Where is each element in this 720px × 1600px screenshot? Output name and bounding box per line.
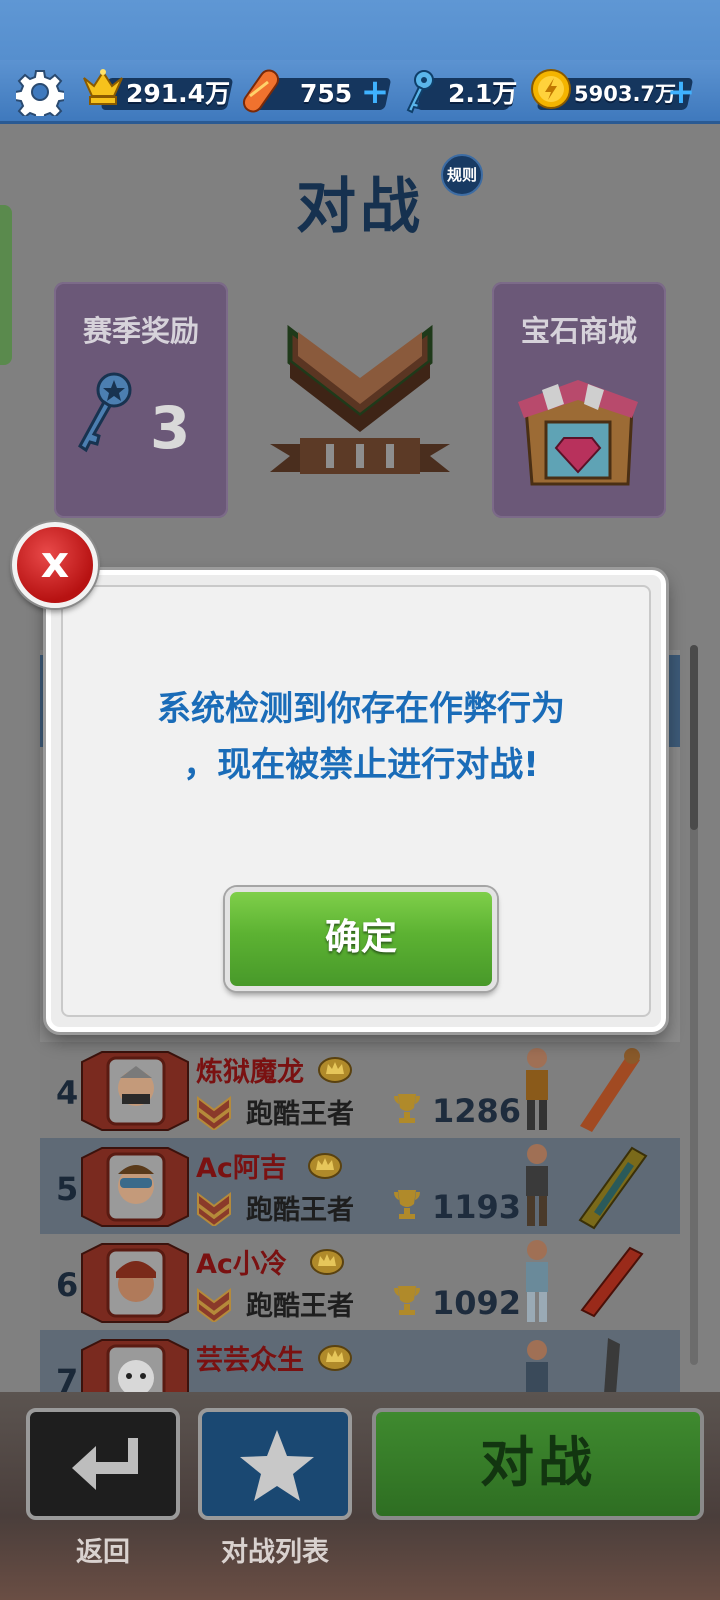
player-avatar	[81, 1051, 189, 1131]
season-key-icon	[78, 372, 132, 453]
rank-emblem-icon	[270, 324, 450, 474]
leaderboard-scroll-thumb[interactable]	[690, 645, 698, 830]
dialog-message-line-2: ，现在被禁止进行对战!	[183, 745, 539, 785]
player-avatar	[81, 1147, 189, 1227]
gem-shop-icon	[518, 380, 638, 486]
add-coins-button[interactable]: +	[666, 75, 696, 109]
player-avatar	[81, 1339, 189, 1392]
battle-list-button[interactable]	[198, 1408, 352, 1520]
crown-badge-icon	[310, 1249, 344, 1275]
player-name: Ac阿吉	[196, 1153, 287, 1184]
coin-count: 5903.7万	[574, 82, 677, 106]
return-arrow-icon	[72, 1438, 138, 1490]
confirm-button[interactable]: 确定	[225, 887, 497, 991]
season-reward-title: 赛季奖励	[82, 314, 199, 348]
trophy-icon	[394, 1190, 420, 1219]
runner-character-icon	[526, 1048, 548, 1130]
gem-shop-title: 宝石商城	[520, 314, 637, 348]
close-dialog-button[interactable]: x	[12, 522, 98, 608]
rank-number: 4	[56, 1074, 79, 1112]
trophy-icon	[394, 1094, 420, 1123]
runner-character-icon	[526, 1144, 548, 1226]
player-tier: 跑酷王者	[246, 1291, 354, 1322]
player-score: 1286	[432, 1092, 522, 1130]
back-label: 返回	[76, 1537, 130, 1568]
key-icon	[406, 70, 434, 114]
crown-icon	[83, 69, 123, 105]
hoverboard-item-icon	[580, 1048, 640, 1132]
coin-icon	[531, 69, 571, 109]
tier-chevron-icon	[197, 1096, 231, 1130]
player-name: 炼狱魔龙	[196, 1057, 304, 1088]
hoverboard-item-icon	[604, 1338, 620, 1392]
tier-chevron-icon	[197, 1288, 231, 1322]
dialog-message: 系统检测到你存在作弊行为 ，现在被禁止进行对战!	[91, 681, 631, 793]
star-icon	[240, 1430, 314, 1501]
player-tier: 跑酷王者	[246, 1099, 354, 1130]
resource-bar: 291.4万 755 + 2.1万 5903.7万 +	[0, 60, 720, 124]
player-score: 1193	[432, 1188, 522, 1226]
season-reward-key-count: 3	[150, 394, 191, 462]
page-title: 对战	[296, 172, 424, 242]
crown-badge-icon	[318, 1057, 352, 1083]
player-score: 1092	[432, 1284, 522, 1322]
key-count: 2.1万	[448, 79, 518, 108]
start-battle-button[interactable]: 对战	[372, 1408, 704, 1520]
crown-count: 291.4万	[126, 79, 231, 108]
hoverboard-item-icon	[578, 1146, 648, 1230]
rules-button[interactable]: 规则	[441, 154, 483, 196]
leaderboard-row[interactable]: 4 炼狱魔龙 跑酷王者 1286	[40, 1042, 680, 1138]
tier-chevron-icon	[197, 1192, 231, 1226]
crown-badge-icon	[308, 1153, 342, 1179]
runner-character-icon	[526, 1340, 548, 1392]
player-name: Ac小冷	[196, 1249, 287, 1280]
dialog-message-line-1: 系统检测到你存在作弊行为	[157, 689, 565, 729]
crown-badge-icon	[318, 1345, 352, 1371]
hoverboard-icon	[242, 69, 280, 113]
trophy-icon	[394, 1286, 420, 1315]
leaderboard-row[interactable]: 7 芸芸众生	[40, 1330, 680, 1392]
player-tier: 跑酷王者	[246, 1195, 354, 1226]
back-button[interactable]	[26, 1408, 180, 1520]
rank-number: 7	[56, 1362, 79, 1392]
cheat-warning-dialog: 系统检测到你存在作弊行为 ，现在被禁止进行对战! 确定	[46, 570, 666, 1032]
board-count: 755	[300, 79, 353, 108]
settings-gear-icon[interactable]	[16, 68, 64, 116]
gem-shop-card[interactable]: 宝石商城	[492, 282, 666, 518]
rank-number: 6	[56, 1266, 79, 1304]
hoverboard-item-icon	[580, 1246, 644, 1318]
add-boards-button[interactable]: +	[360, 75, 390, 109]
player-name: 芸芸众生	[196, 1345, 304, 1376]
runner-character-icon	[526, 1240, 548, 1322]
rank-number: 5	[56, 1170, 79, 1208]
battle-list-label: 对战列表	[221, 1537, 329, 1568]
player-avatar	[81, 1243, 189, 1323]
season-reward-card[interactable]: 赛季奖励 3	[54, 282, 228, 518]
leaderboard-row[interactable]: 6 Ac小冷 跑酷王者 1092	[40, 1234, 680, 1330]
leaderboard-row[interactable]: 5 Ac阿吉 跑酷王者 1193	[40, 1138, 680, 1234]
